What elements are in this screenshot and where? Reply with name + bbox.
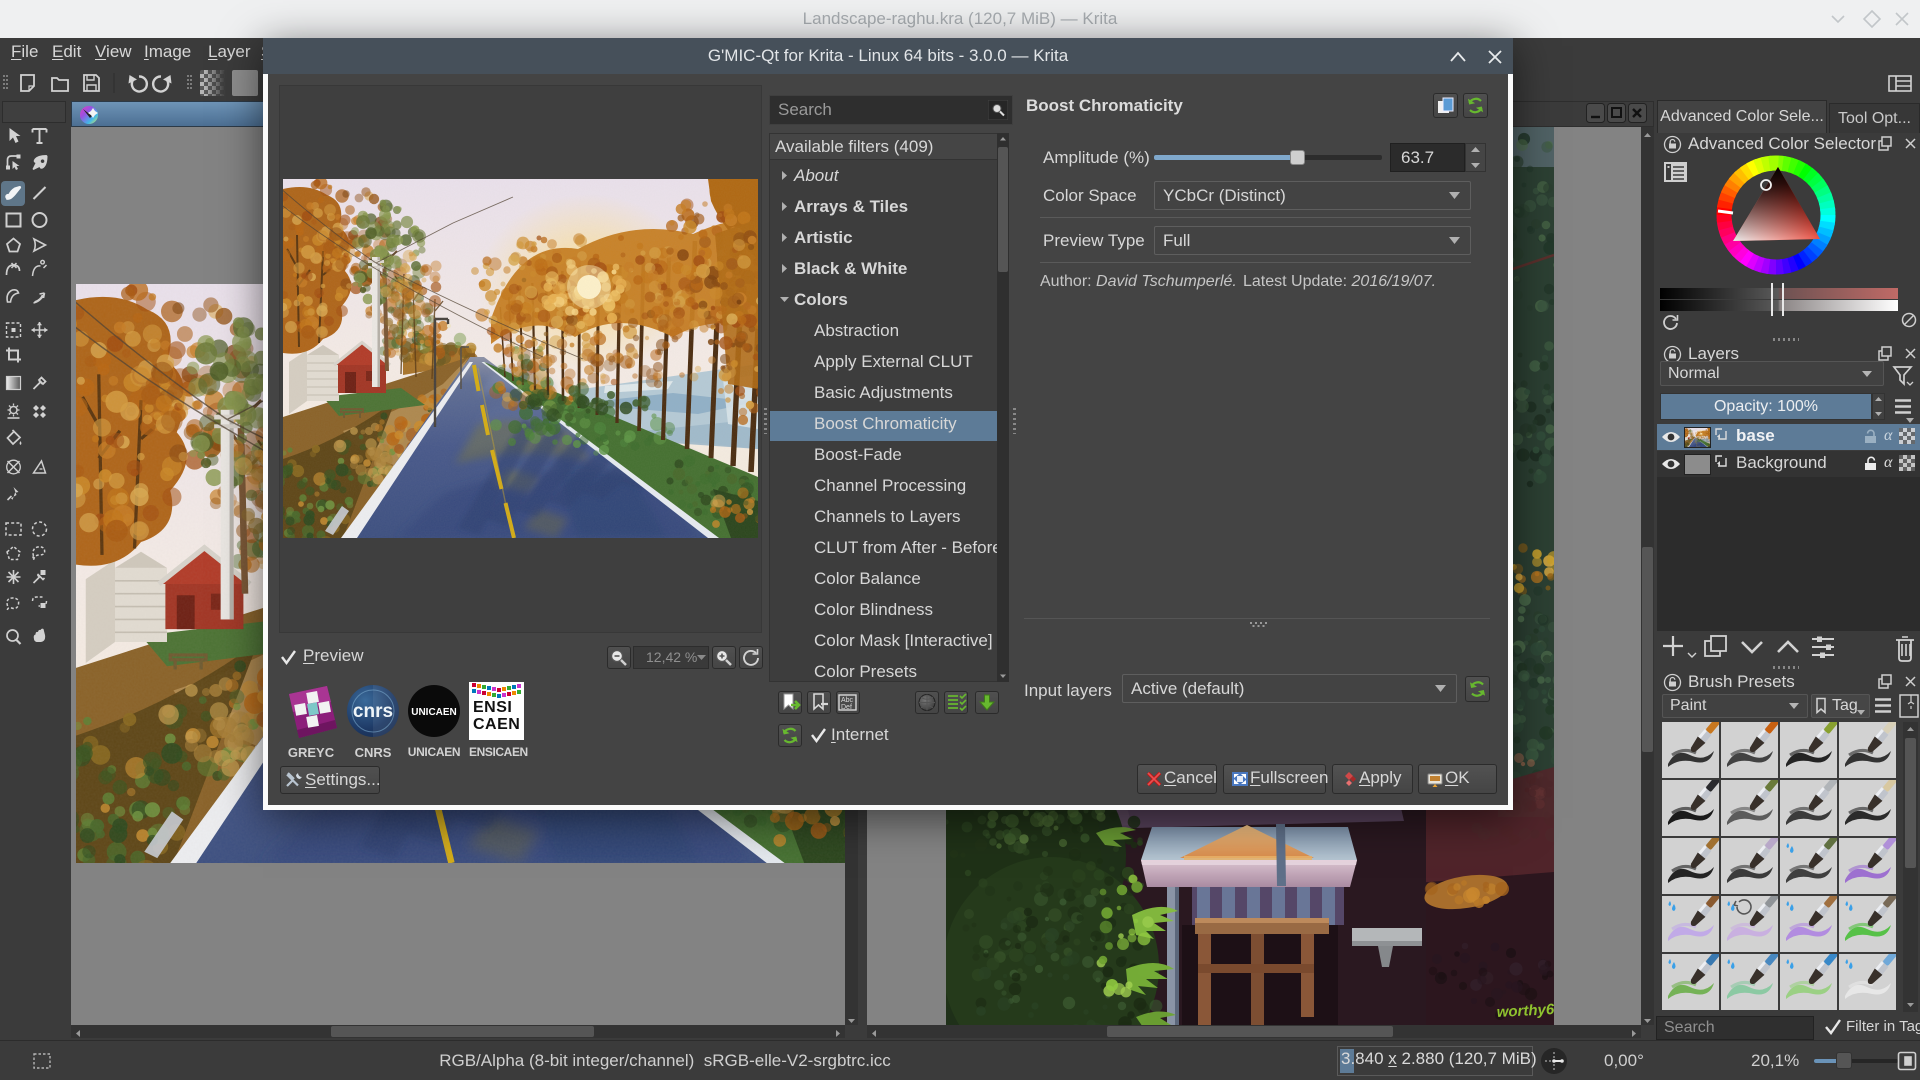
svg-text:Abc: Abc: [841, 697, 854, 704]
svg-text:cnrs: cnrs: [353, 701, 393, 722]
svg-text:ENSI: ENSI: [473, 699, 512, 716]
svg-text:CAEN: CAEN: [473, 716, 520, 733]
svg-text:UNICAEN: UNICAEN: [411, 707, 457, 718]
svg-text:Def: Def: [841, 704, 852, 711]
